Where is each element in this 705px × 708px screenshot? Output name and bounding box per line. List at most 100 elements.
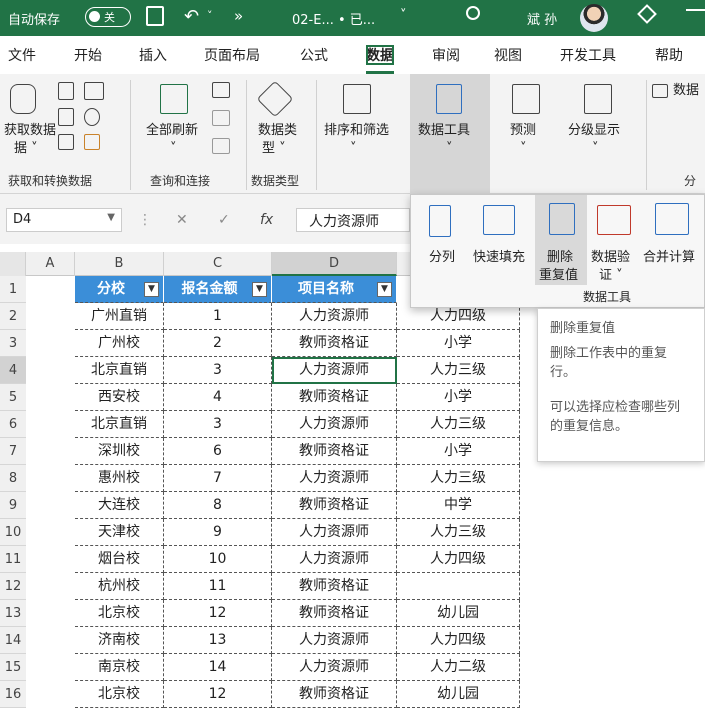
header-cell[interactable]: 项目名称 ▼: [272, 276, 397, 303]
table-cell[interactable]: 2: [164, 330, 272, 357]
table-cell[interactable]: 14: [164, 654, 272, 681]
table-cell[interactable]: 教师资格证: [272, 330, 397, 357]
table-cell[interactable]: 幼儿园: [397, 600, 520, 627]
queries-icon[interactable]: [212, 82, 230, 98]
get-data-dropdown[interactable]: 据 ˅: [14, 140, 38, 157]
table-cell[interactable]: 幼儿园: [397, 681, 520, 708]
row-header-7[interactable]: 7: [0, 438, 26, 465]
table-cell[interactable]: 人力四级: [397, 627, 520, 654]
text-csv-icon[interactable]: [58, 82, 74, 100]
table-cell[interactable]: 广州校: [75, 330, 164, 357]
minimize-icon[interactable]: [686, 9, 705, 11]
tab-review[interactable]: 审阅: [432, 45, 460, 65]
table-cell[interactable]: 教师资格证: [272, 600, 397, 627]
existing-connections-icon[interactable]: [58, 134, 74, 150]
table-cell[interactable]: 人力资源师: [272, 654, 397, 681]
table-cell[interactable]: 人力三级: [397, 357, 520, 384]
formula-input[interactable]: 人力资源师: [296, 208, 410, 232]
tab-home[interactable]: 开始: [74, 45, 102, 65]
flash-fill-button[interactable]: 快速填充: [473, 249, 525, 266]
table-cell[interactable]: 6: [164, 438, 272, 465]
table-cell[interactable]: 11: [164, 573, 272, 600]
table-cell[interactable]: 小学: [397, 438, 520, 465]
from-sheet-icon[interactable]: [84, 134, 100, 150]
col-header-a[interactable]: A: [26, 252, 75, 276]
table-cell[interactable]: 人力二级: [397, 654, 520, 681]
consolidate-button[interactable]: 合并计算: [643, 249, 695, 266]
filter-dropdown-icon[interactable]: ▼: [144, 282, 159, 297]
table-cell[interactable]: 人力资源师: [272, 519, 397, 546]
row-header-10[interactable]: 10: [0, 519, 26, 546]
table-cell[interactable]: 教师资格证: [272, 492, 397, 519]
name-box[interactable]: D4 ▼: [6, 208, 122, 232]
outline-dropdown-icon[interactable]: ˅: [592, 140, 599, 157]
header-cell[interactable]: 报名金额 ▼: [164, 276, 272, 303]
col-header-d[interactable]: D: [272, 252, 397, 276]
properties-icon[interactable]: [212, 110, 230, 126]
table-cell[interactable]: [397, 573, 520, 600]
table-cell[interactable]: 北京直销: [75, 411, 164, 438]
table-cell[interactable]: 教师资格证: [272, 384, 397, 411]
table-cell[interactable]: 人力四级: [397, 546, 520, 573]
cancel-icon[interactable]: ✕: [176, 212, 188, 228]
enter-icon[interactable]: ✓: [218, 212, 230, 228]
row-header-11[interactable]: 11: [0, 546, 26, 573]
tab-insert[interactable]: 插入: [139, 45, 167, 65]
recent-sources-icon[interactable]: [84, 108, 100, 126]
row-header-2[interactable]: 2: [0, 303, 26, 330]
table-cell[interactable]: 人力三级: [397, 519, 520, 546]
table-cell[interactable]: 西安校: [75, 384, 164, 411]
table-cell[interactable]: 天津校: [75, 519, 164, 546]
text-to-columns-button[interactable]: 分列: [429, 249, 455, 266]
row-header-1[interactable]: 1: [0, 276, 26, 303]
tab-page-layout[interactable]: 页面布局: [204, 45, 260, 65]
refresh-dropdown-icon[interactable]: ˅: [170, 140, 177, 157]
outline-button[interactable]: 分级显示: [568, 122, 620, 139]
table-cell[interactable]: 7: [164, 465, 272, 492]
table-cell[interactable]: 小学: [397, 330, 520, 357]
table-cell[interactable]: 杭州校: [75, 573, 164, 600]
user-name[interactable]: 斌 孙: [527, 9, 557, 28]
edit-links-icon[interactable]: [212, 138, 230, 154]
more-commands-button[interactable]: »: [234, 7, 243, 25]
chevron-down-icon[interactable]: ˅: [400, 8, 407, 23]
col-header-c[interactable]: C: [164, 252, 272, 276]
table-cell[interactable]: 教师资格证: [272, 438, 397, 465]
sort-filter-button[interactable]: 排序和筛选: [324, 122, 389, 139]
row-header-12[interactable]: 12: [0, 573, 26, 600]
table-cell[interactable]: 大连校: [75, 492, 164, 519]
table-cell[interactable]: 12: [164, 600, 272, 627]
row-header-6[interactable]: 6: [0, 411, 26, 438]
table-cell[interactable]: 4: [164, 384, 272, 411]
remove-duplicates-button-line2[interactable]: 重复值: [539, 267, 578, 284]
table-cell[interactable]: 人力三级: [397, 411, 520, 438]
table-cell[interactable]: 教师资格证: [272, 573, 397, 600]
document-name[interactable]: 02-E... • 已...: [292, 9, 375, 28]
row-header-13[interactable]: 13: [0, 600, 26, 627]
data-analysis-button[interactable]: 数据: [673, 82, 699, 99]
row-header-5[interactable]: 5: [0, 384, 26, 411]
tab-data[interactable]: 数据: [366, 45, 394, 74]
autosave-toggle[interactable]: 关: [85, 7, 131, 27]
forecast-button[interactable]: 预测: [510, 122, 536, 139]
col-header-b[interactable]: B: [75, 252, 164, 276]
table-cell[interactable]: 北京直销: [75, 357, 164, 384]
get-data-button[interactable]: 获取数据: [4, 122, 56, 139]
table-cell[interactable]: 惠州校: [75, 465, 164, 492]
table-cell[interactable]: 烟台校: [75, 546, 164, 573]
data-tools-button[interactable]: 数据工具: [418, 122, 470, 139]
tab-formulas[interactable]: 公式: [300, 45, 328, 65]
data-validation-button[interactable]: 数据验: [591, 249, 630, 266]
search-icon[interactable]: [466, 6, 480, 20]
refresh-all-button[interactable]: 全部刷新: [146, 122, 198, 139]
tab-developer[interactable]: 开发工具: [560, 45, 616, 65]
tab-view[interactable]: 视图: [494, 45, 522, 65]
row-header-8[interactable]: 8: [0, 465, 26, 492]
table-cell[interactable]: 3: [164, 411, 272, 438]
table-cell[interactable]: 教师资格证: [272, 681, 397, 708]
web-icon[interactable]: [84, 82, 104, 100]
data-type-dropdown[interactable]: 型 ˅: [262, 140, 286, 157]
name-box-dropdown-icon[interactable]: ▼: [107, 212, 115, 223]
data-validation-dropdown[interactable]: 证 ˅: [599, 267, 623, 284]
diamond-icon[interactable]: [637, 4, 657, 24]
